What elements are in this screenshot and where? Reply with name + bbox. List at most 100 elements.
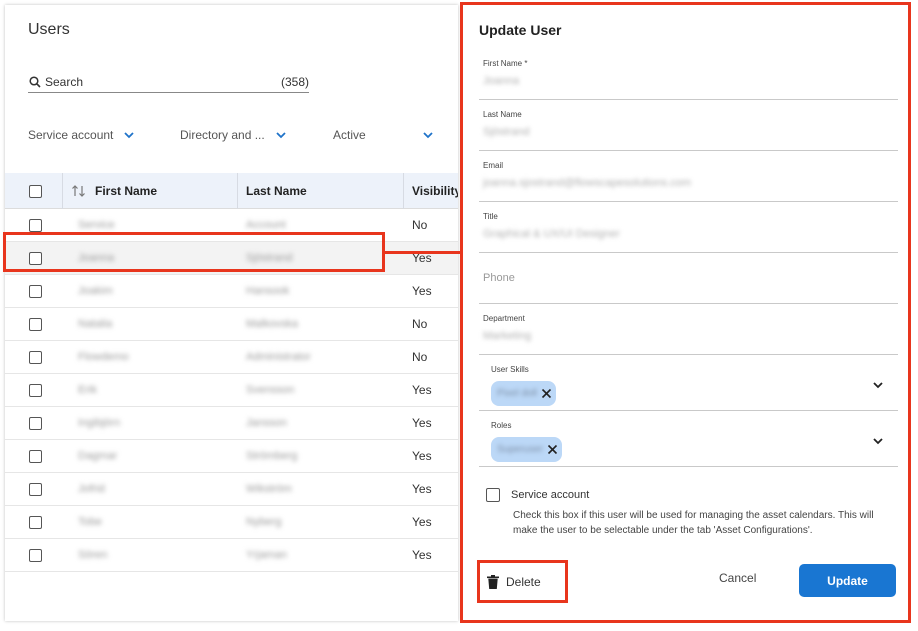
chip-label: Pixel doll (497, 388, 538, 399)
field-placeholder: Phone (483, 272, 515, 284)
column-visibility[interactable]: Visibility (412, 173, 458, 209)
cell-last-name: Malkovska (246, 318, 298, 330)
table-row[interactable]: Erik Svensson Yes (5, 374, 458, 407)
sort-icon[interactable] (71, 173, 87, 209)
close-icon[interactable] (541, 388, 552, 399)
table-row[interactable]: Tobe Nyberg Yes (5, 506, 458, 539)
users-panel: Users Search (358) Service account Direc… (5, 5, 458, 621)
select-all-checkbox[interactable] (29, 184, 42, 198)
field-value: Sjöstrand (483, 126, 530, 138)
filter-active[interactable]: Active (333, 125, 434, 145)
row-checkbox[interactable] (29, 317, 42, 331)
trash-icon (487, 574, 499, 589)
row-select-cell (29, 308, 42, 340)
cell-last-name: Wikström (246, 483, 292, 495)
field-label: Last Name (483, 110, 522, 119)
cell-last-name: Administrator (246, 351, 311, 363)
row-checkbox[interactable] (29, 449, 42, 463)
cell-visibility: Yes (412, 548, 432, 562)
row-checkbox[interactable] (29, 383, 42, 397)
row-checkbox[interactable] (29, 284, 42, 298)
column-first-name[interactable]: First Name (95, 173, 157, 209)
first-name-field[interactable]: First Name * Joanna (479, 50, 898, 100)
cell-first-name: Joakim (78, 285, 113, 297)
skill-chip: Pixel doll (491, 381, 557, 406)
service-account-checkbox[interactable] (486, 488, 500, 502)
cell-first-name: Natalia (78, 318, 113, 330)
filter-label: Active (333, 128, 366, 142)
table-row[interactable]: Sören Yrjaman Yes (5, 539, 458, 572)
row-checkbox[interactable] (29, 482, 42, 496)
cell-visibility: Yes (412, 482, 432, 496)
last-name-field[interactable]: Last Name Sjöstrand (479, 101, 898, 151)
row-checkbox[interactable] (29, 416, 42, 430)
chevron-down-icon (422, 129, 434, 141)
row-select-cell (29, 440, 42, 472)
filter-bar: Service account Directory and ... Active (28, 125, 458, 145)
cell-visibility: Yes (412, 449, 432, 463)
close-icon[interactable] (547, 444, 558, 455)
filter-label: Directory and ... (180, 128, 265, 142)
user-skills-select[interactable]: User Skills Pixel doll (479, 356, 898, 411)
cell-last-name: Jansson (246, 417, 287, 429)
cell-first-name: Dagmar (78, 450, 118, 462)
table-row[interactable]: Joakim Hansook Yes (5, 275, 458, 308)
table-row[interactable]: Natalia Malkovska No (5, 308, 458, 341)
email-field[interactable]: Email joanna.sjostrand@flowscapesolution… (479, 152, 898, 202)
cell-visibility: Yes (412, 383, 432, 397)
table-row[interactable]: Jofrid Wikström Yes (5, 473, 458, 506)
service-account-label: Service account (511, 489, 590, 501)
update-user-panel: Update User First Name * Joanna Last Nam… (460, 2, 911, 623)
panel-title: Update User (479, 22, 562, 38)
delete-button[interactable]: Delete (477, 560, 568, 603)
search-input[interactable]: Search (358) (28, 71, 309, 93)
row-select-cell (29, 341, 42, 373)
table-row[interactable]: Flowdemo Administrator No (5, 341, 458, 374)
row-checkbox[interactable] (29, 548, 42, 562)
page-title: Users (28, 21, 70, 38)
service-account-option[interactable]: Service account (486, 488, 589, 502)
row-select-cell (29, 539, 42, 571)
column-last-name[interactable]: Last Name (246, 173, 307, 209)
cell-last-name: Strömberg (246, 450, 298, 462)
cell-visibility: Yes (412, 251, 432, 265)
user-count: (358) (280, 74, 309, 89)
service-account-help: Check this box if this user will be used… (513, 510, 874, 536)
screen: Users Search (358) Service account Direc… (0, 0, 918, 631)
cell-first-name: Flowdemo (78, 351, 129, 363)
role-chip: Superuser (491, 437, 563, 462)
row-select-cell (29, 374, 42, 406)
search-icon (28, 75, 42, 89)
cell-last-name: Hansook (246, 285, 290, 297)
row-checkbox[interactable] (29, 350, 42, 364)
cell-visibility: Yes (412, 515, 432, 529)
row-select-cell (29, 275, 42, 307)
row-checkbox[interactable] (29, 515, 42, 529)
cell-visibility: No (412, 218, 428, 232)
field-value: joanna.sjostrand@flowscapesolutions.com (483, 177, 692, 189)
cell-last-name: Yrjaman (246, 549, 287, 561)
phone-field[interactable]: Phone (479, 254, 898, 304)
cell-first-name: Sören (78, 549, 108, 561)
row-select-cell (29, 407, 42, 439)
chevron-down-icon[interactable] (872, 435, 884, 447)
table-row[interactable]: Dagmar Strömberg Yes (5, 440, 458, 473)
filter-service-account[interactable]: Service account (28, 125, 135, 145)
highlight-connector (384, 251, 462, 254)
cancel-button[interactable]: Cancel (719, 571, 756, 585)
cell-last-name: Svensson (246, 384, 295, 396)
filter-directory[interactable]: Directory and ... (180, 125, 287, 145)
title-field[interactable]: Title Graphical & UX/UI Designer (479, 203, 898, 253)
field-value: Graphical & UX/UI Designer (483, 228, 620, 240)
table-row[interactable]: Ingibjörn Jansson Yes (5, 407, 458, 440)
table-header: First Name Last Name Visibility (5, 173, 458, 209)
chip-label: Superuser (497, 444, 544, 455)
department-field[interactable]: Department Marketing (479, 305, 898, 355)
field-label: First Name * (483, 59, 528, 68)
chevron-down-icon[interactable] (872, 379, 884, 391)
cell-last-name: Nyberg (246, 516, 282, 528)
row-checkbox[interactable] (29, 218, 42, 232)
update-button[interactable]: Update (799, 564, 896, 597)
search-label: Search (45, 74, 84, 89)
roles-select[interactable]: Roles Superuser (479, 412, 898, 467)
